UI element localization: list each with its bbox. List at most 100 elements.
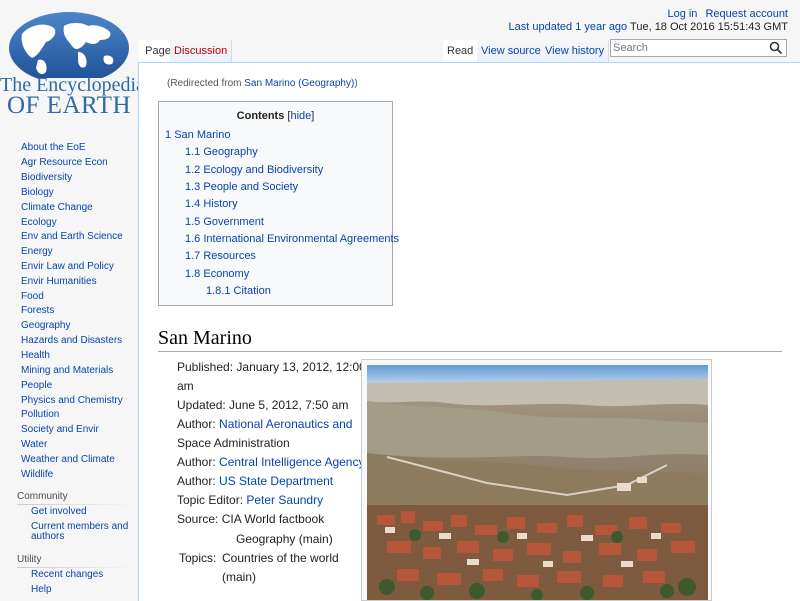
updated-value: June 5, 2012, 7:50 am	[229, 398, 349, 412]
toc-item-government[interactable]: 1.5 Government	[185, 216, 264, 228]
topic-countries-link[interactable]: Countries of the world	[222, 549, 339, 568]
last-updated-ago[interactable]: 1 year ago	[575, 21, 627, 33]
sidebar-item-agr-resource-econ[interactable]: Agr Resource Econ	[21, 157, 108, 168]
author-nasa-link[interactable]: National Aeronautics and	[219, 417, 352, 431]
image-thumbnail[interactable]	[361, 359, 712, 601]
topics-label: Topics:	[179, 551, 217, 565]
sidebar-item-water[interactable]: Water	[21, 439, 47, 450]
toc-item-agreements[interactable]: 1.6 International Environmental Agreemen…	[185, 233, 399, 245]
author-nasa-link-cont[interactable]: Space Administration	[177, 434, 290, 453]
toc-item-text: People and Society	[203, 181, 299, 193]
current-members-line-2: authors	[31, 531, 65, 542]
toc-item-number: 1	[165, 129, 172, 141]
article-heading: San Marino	[158, 327, 782, 352]
last-updated: Last updated 1 year ago Tue, 18 Oct 2016…	[509, 21, 789, 33]
tab-read[interactable]: Read	[443, 40, 479, 62]
sidebar-item-society-envir[interactable]: Society and Envir	[21, 424, 99, 435]
sidebar-item-health[interactable]: Health	[21, 350, 50, 361]
toc-item-citation[interactable]: 1.8.1 Citation	[206, 285, 271, 297]
toc-item-economy[interactable]: 1.8 Economy	[185, 268, 249, 280]
personal-tools: Log in Request account Last updated 1 yea…	[509, 8, 789, 33]
sidebar-item-envir-humanities[interactable]: Envir Humanities	[21, 276, 97, 287]
sidebar-item-food[interactable]: Food	[21, 291, 44, 302]
author-label: Author:	[177, 474, 216, 488]
sidebar-item-env-earth-science[interactable]: Env and Earth Science	[21, 231, 123, 242]
toc-item-text: Ecology and Biodiversity	[203, 164, 324, 176]
toc-item-text: History	[203, 198, 238, 210]
toc-item-ecology[interactable]: 1.2 Ecology and Biodiversity	[185, 164, 323, 176]
toc-item-text: International Environmental Agreements	[203, 233, 400, 245]
redirect-source-link[interactable]: San Marino (Geography)	[244, 78, 354, 89]
sidebar-item-envir-law-policy[interactable]: Envir Law and Policy	[21, 261, 114, 272]
toc-hide-link[interactable]: hide	[290, 110, 311, 122]
toc-item-history[interactable]: 1.4 History	[185, 198, 238, 210]
sidebar-item-get-involved[interactable]: Get involved	[31, 507, 87, 517]
toc-item-text: Resources	[203, 250, 256, 262]
topic-countries-link-cont[interactable]: (main)	[222, 568, 256, 587]
toc-item-text: Geography	[203, 146, 258, 158]
login-link[interactable]: Log in	[667, 8, 697, 20]
sidebar-item-biodiversity[interactable]: Biodiversity	[21, 172, 72, 183]
last-updated-date: Tue, 18 Oct 2016 15:51:43 GMT	[630, 21, 788, 33]
globe-logo-icon	[9, 12, 129, 78]
toc-item-number: 1.1	[185, 146, 201, 158]
toc-item-geography[interactable]: 1.1 Geography	[185, 146, 258, 158]
topic-editor-line: Topic Editor: Peter Saundry	[177, 491, 323, 510]
tab-view-source[interactable]: View source	[477, 40, 546, 62]
sidebar-item-people[interactable]: People	[21, 380, 52, 391]
last-updated-prefix[interactable]: Last updated	[509, 21, 573, 33]
author-cia-link[interactable]: Central Intelligence Agency	[219, 455, 364, 469]
sidebar-item-mining[interactable]: Mining and Materials	[21, 365, 113, 376]
topic-editor-label: Topic Editor:	[177, 493, 244, 507]
toc-item-number: 1.2	[185, 164, 201, 176]
toc-header: Contents [hide]	[159, 110, 392, 122]
author-state-dept-link[interactable]: US State Department	[219, 474, 333, 488]
redirect-suffix: )	[354, 78, 358, 89]
sidebar-item-forests[interactable]: Forests	[21, 305, 54, 316]
sidebar-item-recent-changes[interactable]: Recent changes	[31, 570, 103, 580]
utility-heading: Utility	[17, 554, 42, 565]
toc-item-number: 1.5	[185, 216, 201, 228]
toc-item-number: 1.8.1	[206, 285, 231, 297]
tab-view-history[interactable]: View history	[541, 40, 610, 62]
community-heading: Community	[17, 491, 68, 502]
toc-item-text: Government	[203, 216, 264, 228]
toc-item-people[interactable]: 1.3 People and Society	[185, 181, 298, 193]
sidebar-item-energy[interactable]: Energy	[21, 246, 53, 257]
logo-line-2: OF EARTH	[6, 92, 132, 119]
sidebar-item-ecology[interactable]: Ecology	[21, 217, 57, 228]
content-area: (Redirected from San Marino (Geography))…	[138, 62, 800, 601]
sidebar-item-current-members[interactable]: Current members and authors	[31, 522, 128, 542]
site-logo[interactable]: The Encyclopedia OF EARTH	[0, 0, 145, 119]
sidebar-item-physics-chemistry[interactable]: Physics and Chemistry	[21, 395, 123, 406]
redirect-notice: (Redirected from San Marino (Geography))	[167, 78, 358, 89]
sidebar-item-wildlife[interactable]: Wildlife	[21, 469, 53, 480]
sidebar-item-pollution[interactable]: Pollution	[21, 409, 59, 420]
toc-item-text: San Marino	[174, 129, 231, 141]
updated-line: Updated: June 5, 2012, 7:50 am	[177, 396, 348, 415]
topic-editor-link[interactable]: Peter Saundry	[246, 493, 323, 507]
search-input[interactable]	[613, 41, 763, 55]
author-label: Author:	[177, 417, 216, 431]
author-line-3: Author: US State Department	[177, 472, 333, 491]
san-marino-aerial-photo	[367, 365, 708, 600]
source-label: Source:	[177, 512, 219, 526]
tab-discussion[interactable]: Discussion	[170, 40, 233, 62]
topic-geography-link[interactable]: Geography (main)	[236, 530, 333, 549]
toc-item-san-marino[interactable]: 1 San Marino	[165, 129, 230, 141]
author-label: Author:	[177, 455, 216, 469]
sidebar-item-help[interactable]: Help	[31, 585, 52, 595]
request-account-link[interactable]: Request account	[705, 8, 788, 20]
source-line: Source: CIA World factbook	[177, 510, 324, 529]
sidebar-item-weather-climate[interactable]: Weather and Climate	[21, 454, 115, 465]
sidebar-item-about[interactable]: About the EoE	[21, 142, 86, 153]
sidebar-item-climate-change[interactable]: Climate Change	[21, 202, 93, 213]
published-line-2: am	[177, 379, 194, 393]
redirect-prefix: (Redirected from	[167, 78, 242, 89]
search-icon[interactable]	[769, 41, 783, 55]
sidebar-item-geography[interactable]: Geography	[21, 320, 70, 331]
toc-item-resources[interactable]: 1.7 Resources	[185, 250, 256, 262]
community-divider	[17, 504, 135, 505]
sidebar-item-hazards[interactable]: Hazards and Disasters	[21, 335, 122, 346]
sidebar-item-biology[interactable]: Biology	[21, 187, 54, 198]
